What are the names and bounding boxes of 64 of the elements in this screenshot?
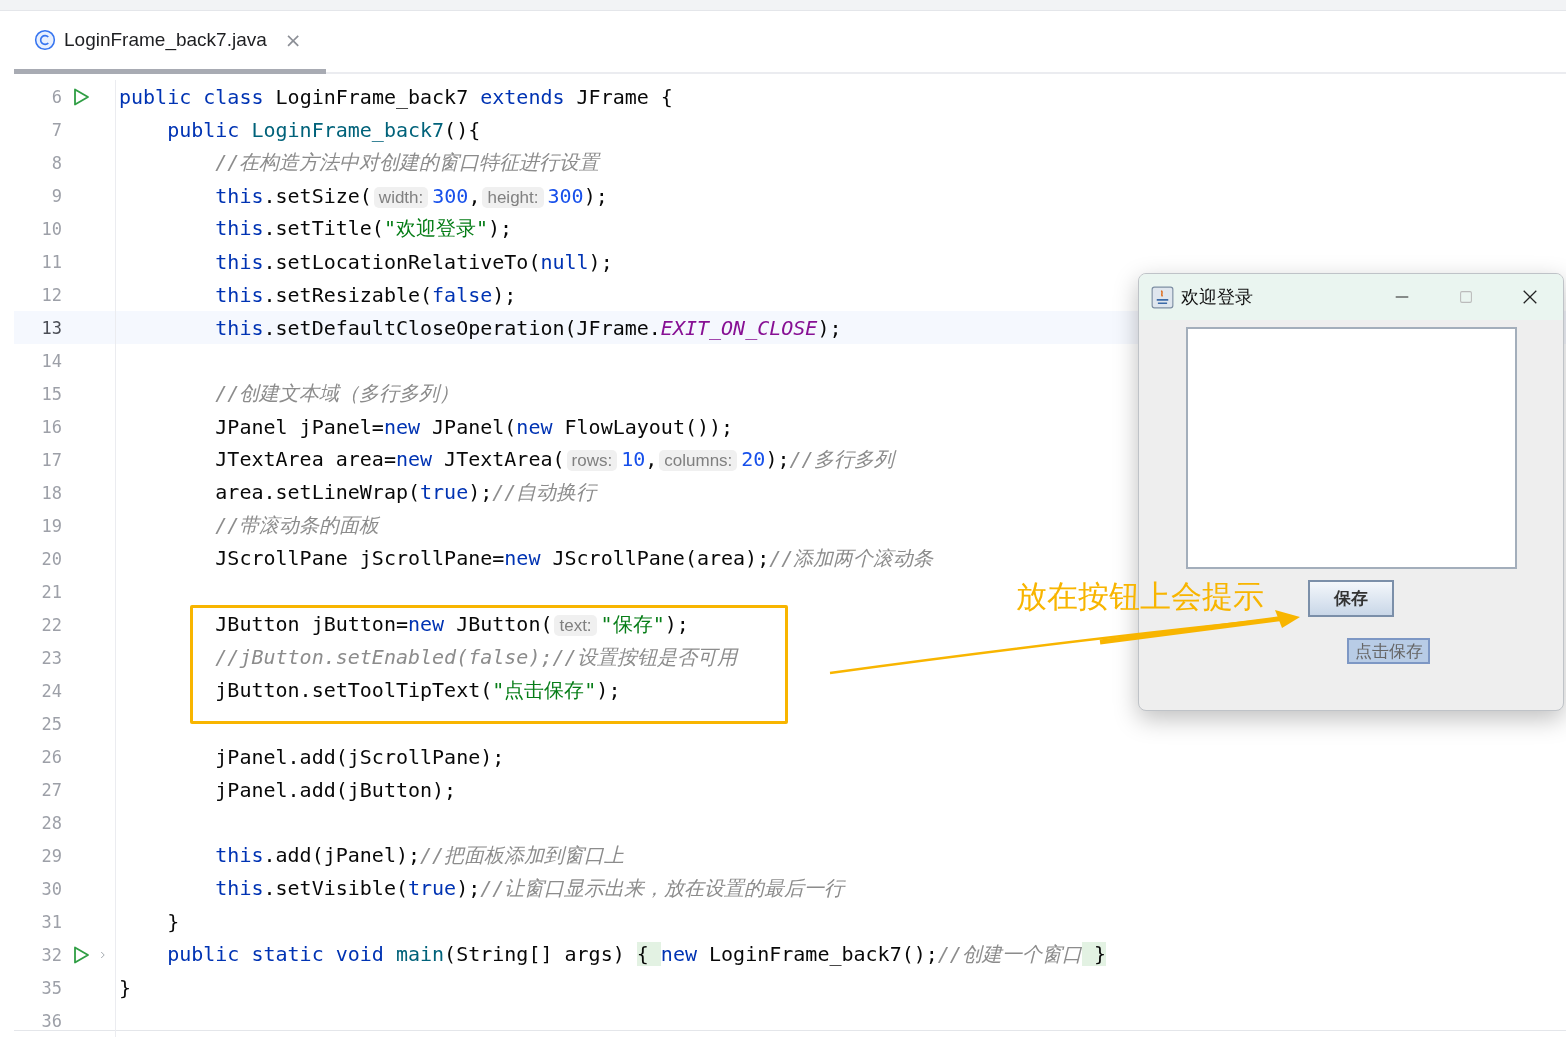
run-icon[interactable] (71, 86, 91, 107)
line-number: 29 (40, 845, 62, 866)
code-line: JPanel jPanel=new JPanel(new FlowLayout()); (215, 414, 734, 439)
line-number: 9 (50, 185, 62, 206)
line-number: 12 (40, 284, 62, 305)
code-line: public static void main(String[] args) { new LoginFrame_back7();//创建一个窗口 } (167, 942, 1106, 966)
app-icon (1151, 285, 1174, 309)
file-tab[interactable]: LoginFrame_back7.java × (14, 11, 326, 74)
code-line: } (167, 909, 180, 934)
code-line: JScrollPane jScrollPane=new JScrollPane(area);//添加两个滚动条 (215, 546, 934, 570)
code-line: this.setResizable(false); (215, 282, 517, 307)
window-title: 欢迎登录 (1181, 285, 1253, 309)
annotation-text: 放在按钮上会提示 (1016, 577, 1264, 616)
code-line: jPanel.add(jScrollPane); (215, 744, 505, 769)
line-number: 24 (40, 680, 62, 701)
line-number: 21 (40, 581, 62, 602)
class-icon (34, 29, 56, 51)
code-line: this.add(jPanel);//把面板添加到窗口上 (215, 843, 625, 867)
line-number: 31 (40, 911, 62, 932)
code-line: area.setLineWrap(true);//自动换行 (215, 480, 597, 504)
code-line: public LoginFrame_back7(){ (167, 117, 481, 142)
line-number: 23 (40, 647, 62, 668)
line-number: 6 (50, 86, 62, 107)
line-number: 25 (40, 713, 62, 734)
line-number: 7 (50, 119, 62, 140)
run-icon[interactable] (71, 944, 91, 965)
line-number: 15 (40, 383, 62, 404)
line-number: 17 (40, 449, 62, 470)
line-number: 8 (50, 152, 62, 173)
line-number: 22 (40, 614, 62, 635)
line-number: 30 (40, 878, 62, 899)
code-line: //jButton.setEnabled(false);//设置按钮是否可用 (215, 645, 737, 669)
line-number: 20 (40, 548, 62, 569)
save-button[interactable]: 保存 (1308, 580, 1394, 617)
code-line: //在构造方法中对创建的窗口特征进行设置 (215, 150, 600, 174)
code-line: this.setDefaultCloseOperation(JFrame.EXIT_ON_CLOSE); (215, 315, 842, 340)
text-area[interactable] (1185, 327, 1517, 569)
code-line: //带滚动条的面板 (215, 513, 380, 537)
line-number: 18 (40, 482, 62, 503)
line-number: 11 (40, 251, 62, 272)
line-number: 14 (40, 350, 62, 371)
line-number: 10 (40, 218, 62, 239)
line-number: 13 (40, 317, 62, 338)
code-line: jButton.setToolTipText("点击保存"); (215, 678, 621, 702)
line-number: 36 (40, 1010, 62, 1031)
code-line: this.setSize( width: 300, height: 300); (215, 183, 608, 208)
code-line: this.setLocationRelativeTo(null); (215, 249, 613, 274)
code-line: JButton jButton=new JButton( text: "保存"); (215, 612, 689, 636)
line-number: 27 (40, 779, 62, 800)
code-line: public class LoginFrame_back7 extends JFrame { (119, 84, 673, 109)
line-number: 19 (40, 515, 62, 536)
tooltip: 点击保存 (1347, 638, 1430, 664)
code-line: } (119, 975, 132, 1000)
line-number: 26 (40, 746, 62, 767)
line-number: 32 (40, 944, 62, 965)
code-line: this.setVisible(true);//让窗口显示出来，放在设置的最后一行 (215, 876, 845, 900)
code-line: this.setTitle("欢迎登录"); (215, 216, 513, 240)
line-number: 16 (40, 416, 62, 437)
code-line: jPanel.add(jButton); (215, 777, 457, 802)
close-icon[interactable] (1521, 288, 1539, 306)
line-number: 28 (40, 812, 62, 833)
code-line: //创建文本域（多行多列） (215, 381, 460, 405)
line-number: 35 (40, 977, 62, 998)
maximize-icon[interactable] (1457, 288, 1475, 306)
